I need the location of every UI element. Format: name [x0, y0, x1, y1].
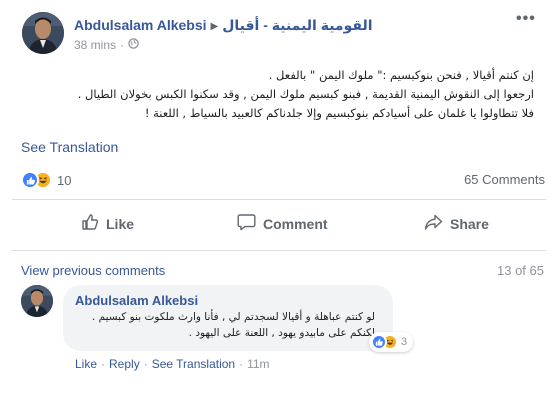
- post-text-line: إن كنتم أقيالا , فنحن بنوكبسيم :" ملوك ا…: [268, 68, 534, 82]
- comment-actions: Like · Reply · See Translation · 11m: [75, 357, 270, 371]
- divider: [12, 250, 546, 251]
- comment-like-link[interactable]: Like: [75, 357, 97, 371]
- reactions-count: 10: [57, 172, 72, 188]
- comment-reply-link[interactable]: Reply: [109, 357, 140, 371]
- post-text-line: فلا تتطاولوا يا غلمان على أسيادكم بنوكبس…: [144, 106, 534, 120]
- facebook-post: Abdulsalam Alkebsi ▶ القومية اليمنية - أقي…: [0, 0, 558, 406]
- comment-bubble-icon: [237, 213, 256, 234]
- share-label: Share: [450, 215, 489, 232]
- comment-text-line: لو كنتم عباهلة و أقيالا لسجدتم لي , فأنا…: [91, 311, 375, 323]
- arrow-right-icon: ▶: [210, 21, 219, 32]
- view-previous-comments-link[interactable]: View previous comments: [21, 263, 165, 278]
- share-arrow-icon: [424, 213, 443, 234]
- post-text-line: ارجعوا إلى النقوش اليمنية القديمة , فبنو…: [77, 87, 534, 101]
- post-header-title: Abdulsalam Alkebsi ▶ القومية اليمنية - أقي…: [74, 17, 373, 34]
- comment-button[interactable]: Comment: [237, 213, 328, 234]
- like-reaction-icon: [21, 171, 39, 189]
- like-reaction-icon: [371, 334, 387, 350]
- like-label: Like: [106, 215, 135, 232]
- comments-page-count: 13 of 65: [497, 263, 544, 278]
- post-time[interactable]: 38 mins: [74, 38, 116, 52]
- comment-reactions-count: 3: [401, 336, 408, 348]
- comment-text: لو كنتم عباهلة و أقيالا لسجدتم لي , فأنا…: [75, 309, 375, 341]
- group-name[interactable]: القومية اليمنية - أقيال: [222, 17, 372, 33]
- comment-text-line: لكنكم على مابيدو يهود , اللعنة على اليهو…: [188, 327, 375, 339]
- comment-reactions[interactable]: 3: [369, 332, 414, 352]
- post-meta: 38 mins ·: [74, 38, 139, 52]
- more-icon[interactable]: •••: [516, 10, 536, 28]
- see-translation-link[interactable]: See Translation: [21, 139, 118, 155]
- divider: [12, 199, 546, 200]
- like-button[interactable]: Like: [81, 213, 134, 234]
- comment-see-translation-link[interactable]: See Translation: [152, 357, 235, 371]
- author-avatar[interactable]: [22, 12, 64, 54]
- comment-author-name[interactable]: Abdulsalam Alkebsi: [75, 293, 198, 308]
- author-name[interactable]: Abdulsalam Alkebsi: [74, 17, 207, 33]
- post-text: إن كنتم أقيالا , فنحن بنوكبسيم :" ملوك ا…: [14, 66, 534, 123]
- comments-count-link[interactable]: 65 Comments: [464, 172, 545, 187]
- comment-time[interactable]: 11m: [247, 357, 269, 371]
- comment-author-avatar[interactable]: [21, 285, 53, 317]
- reactions-summary[interactable]: 10: [21, 171, 71, 189]
- share-button[interactable]: Share: [424, 213, 489, 234]
- comment-label: Comment: [263, 215, 328, 232]
- globe-icon[interactable]: [128, 38, 139, 52]
- thumbs-up-icon: [81, 213, 99, 234]
